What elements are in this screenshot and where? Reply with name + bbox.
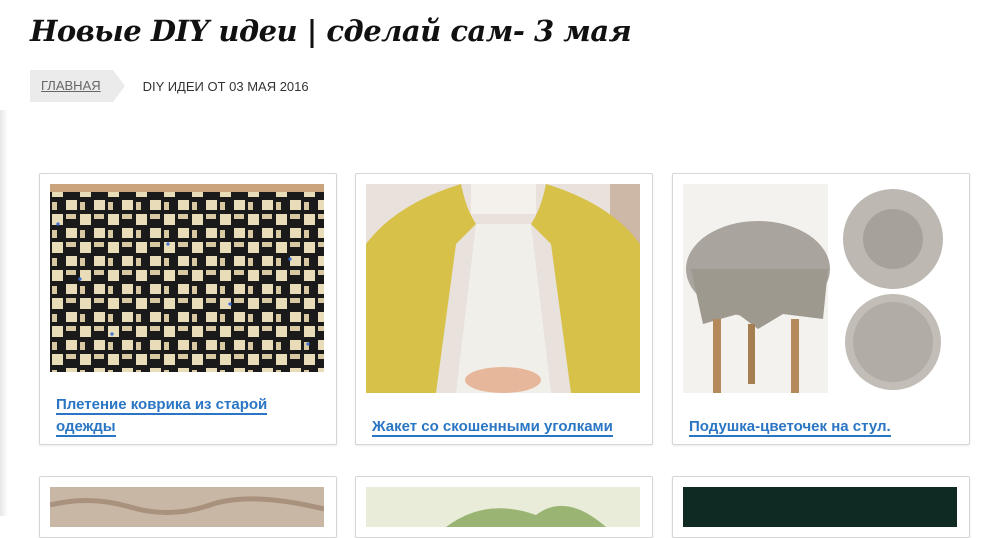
article-card[interactable] <box>355 476 653 538</box>
article-card-cushion[interactable]: Подушка-цветочек на стул. <box>672 173 970 445</box>
article-caption: Плетение коврика из старой одежды <box>50 388 326 444</box>
breadcrumb: ГЛАВНАЯ DIY ИДЕИ ОТ 03 МАЯ 2016 <box>30 70 309 102</box>
article-image-jacket[interactable] <box>366 184 640 393</box>
page-title: Новые DIY идеи | сделай сам- 3 мая <box>30 14 632 48</box>
article-title-link[interactable]: Подушка-цветочек на стул. <box>689 418 891 437</box>
article-image-rug[interactable] <box>50 184 324 372</box>
article-title-link[interactable]: Плетение коврика из старой одежды <box>56 396 268 437</box>
article-card-rug[interactable]: Плетение коврика из старой одежды <box>39 173 337 445</box>
breadcrumb-current: DIY ИДЕИ ОТ 03 МАЯ 2016 <box>142 78 309 94</box>
article-card[interactable] <box>672 476 970 538</box>
article-caption: Жакет со скошенными уголками <box>366 410 642 444</box>
article-card[interactable] <box>39 476 337 538</box>
article-image[interactable] <box>50 487 324 527</box>
page-shadow <box>0 110 8 516</box>
article-image[interactable] <box>366 487 640 527</box>
article-caption: Подушка-цветочек на стул. <box>683 410 959 444</box>
article-image-cushion[interactable] <box>683 184 957 393</box>
article-title-link[interactable]: Жакет со скошенными уголками <box>372 418 613 437</box>
article-image[interactable] <box>683 487 957 527</box>
article-card-jacket[interactable]: Жакет со скошенными уголками <box>355 173 653 445</box>
breadcrumb-home-link[interactable]: ГЛАВНАЯ <box>30 70 125 102</box>
